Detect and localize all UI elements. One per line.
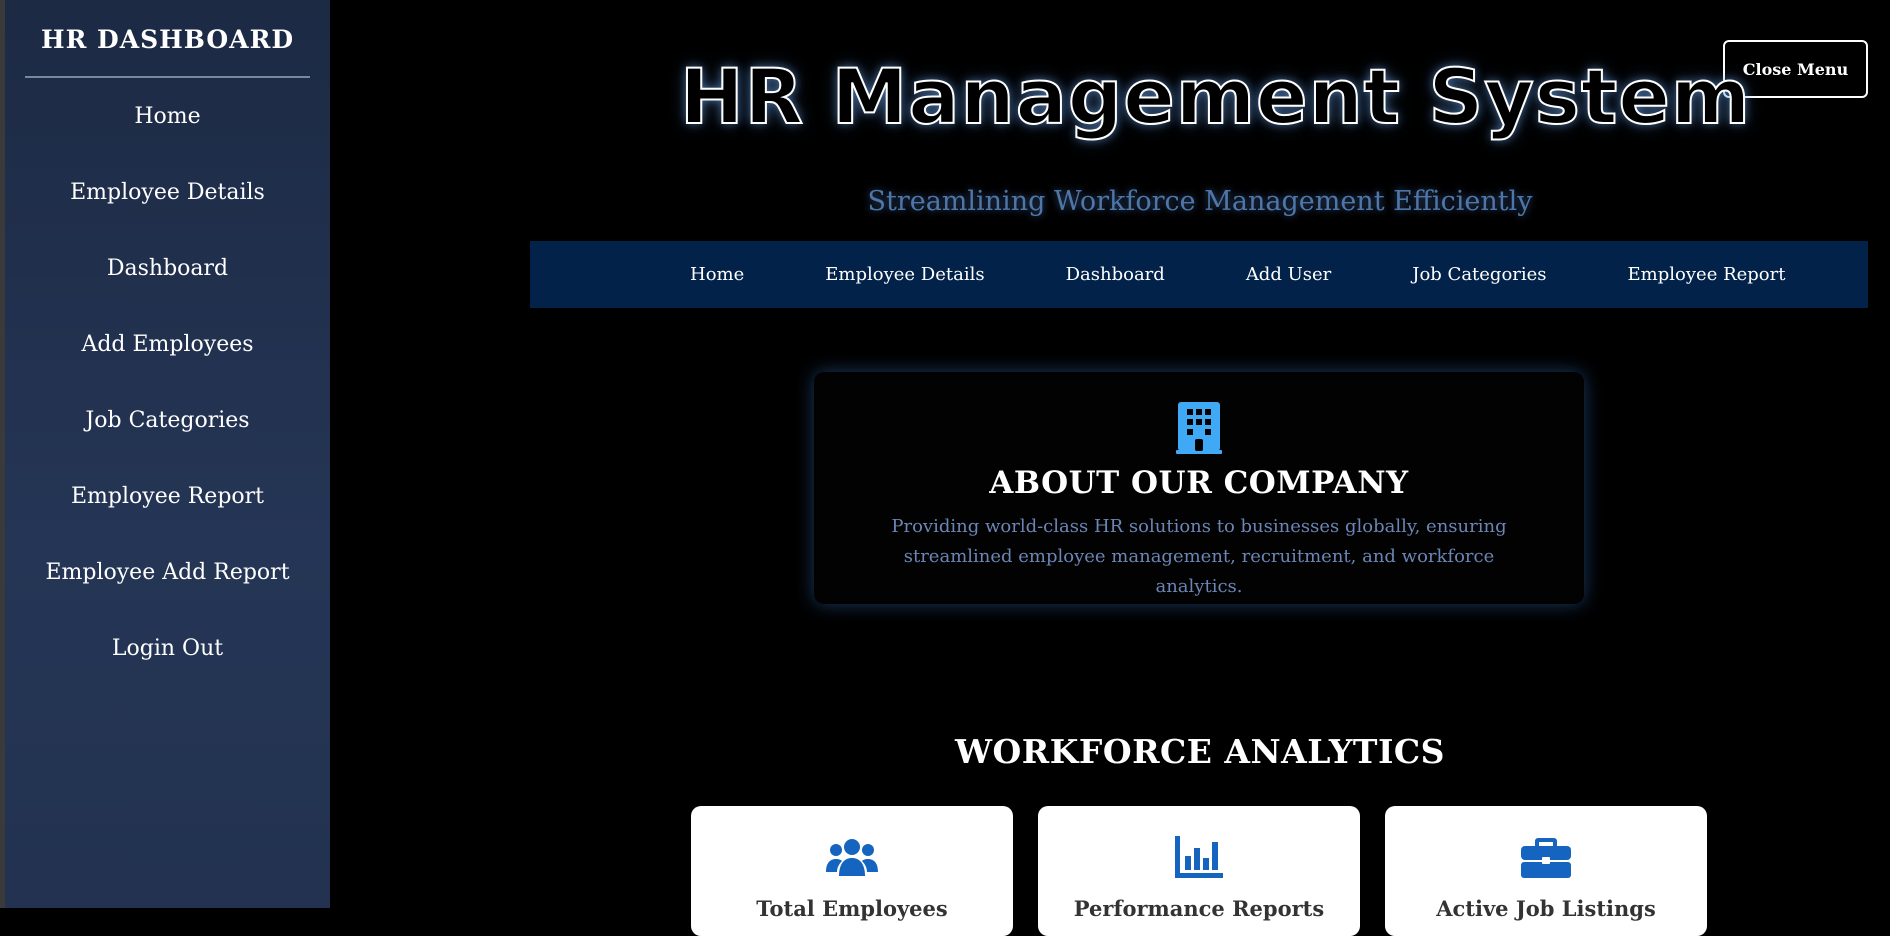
briefcase-icon xyxy=(1521,838,1571,878)
about-company-card: ABOUT OUR COMPANY Providing world-class … xyxy=(814,372,1584,604)
sidebar-item-employee-report[interactable]: Employee Report xyxy=(5,459,330,535)
sidebar-item-employee-details[interactable]: Employee Details xyxy=(5,155,330,231)
stat-card-label: Performance Reports xyxy=(1073,896,1325,921)
sidebar-item-add-employees[interactable]: Add Employees xyxy=(5,307,330,383)
sidebar-divider xyxy=(25,76,310,78)
topnav-item-dashboard[interactable]: Dashboard xyxy=(1066,264,1165,285)
sidebar-item-job-categories[interactable]: Job Categories xyxy=(5,383,330,459)
sidebar-menu: Home Employee Details Dashboard Add Empl… xyxy=(5,79,330,687)
stat-card-label: Active Job Listings xyxy=(1436,896,1656,921)
sidebar: HR DASHBOARD Home Employee Details Dashb… xyxy=(5,0,330,908)
topnav-item-job-categories[interactable]: Job Categories xyxy=(1412,264,1546,285)
page-subtitle: Streamlining Workforce Management Effici… xyxy=(867,186,1533,217)
topnav-item-employee-details[interactable]: Employee Details xyxy=(825,264,984,285)
stat-card-label: Total Employees xyxy=(756,896,948,921)
sidebar-title: HR DASHBOARD xyxy=(40,25,295,54)
sidebar-item-dashboard[interactable]: Dashboard xyxy=(5,231,330,307)
building-icon xyxy=(1176,402,1222,454)
analytics-title: WORKFORCE ANALYTICS xyxy=(954,732,1446,771)
stat-card-active-job-listings[interactable]: Active Job Listings xyxy=(1385,806,1707,936)
stat-card-total-employees[interactable]: Total Employees xyxy=(691,806,1013,936)
stat-card-performance-reports[interactable]: Performance Reports xyxy=(1038,806,1360,936)
topnav-item-home[interactable]: Home xyxy=(690,264,744,285)
about-title: ABOUT OUR COMPANY xyxy=(989,465,1409,501)
sidebar-item-login-out[interactable]: Login Out xyxy=(5,611,330,687)
about-description: Providing world-class HR solutions to bu… xyxy=(891,516,1507,597)
topnav-item-add-user[interactable]: Add User xyxy=(1246,264,1331,285)
page-title: HR Management System xyxy=(679,51,1752,142)
topnav-item-employee-report[interactable]: Employee Report xyxy=(1628,264,1786,285)
top-navigation: Home Employee Details Dashboard Add User… xyxy=(530,241,1868,308)
sidebar-item-home[interactable]: Home xyxy=(5,79,330,155)
users-icon xyxy=(826,839,878,876)
sidebar-item-employee-add-report[interactable]: Employee Add Report xyxy=(5,535,330,611)
chart-bar-icon xyxy=(1175,836,1223,878)
